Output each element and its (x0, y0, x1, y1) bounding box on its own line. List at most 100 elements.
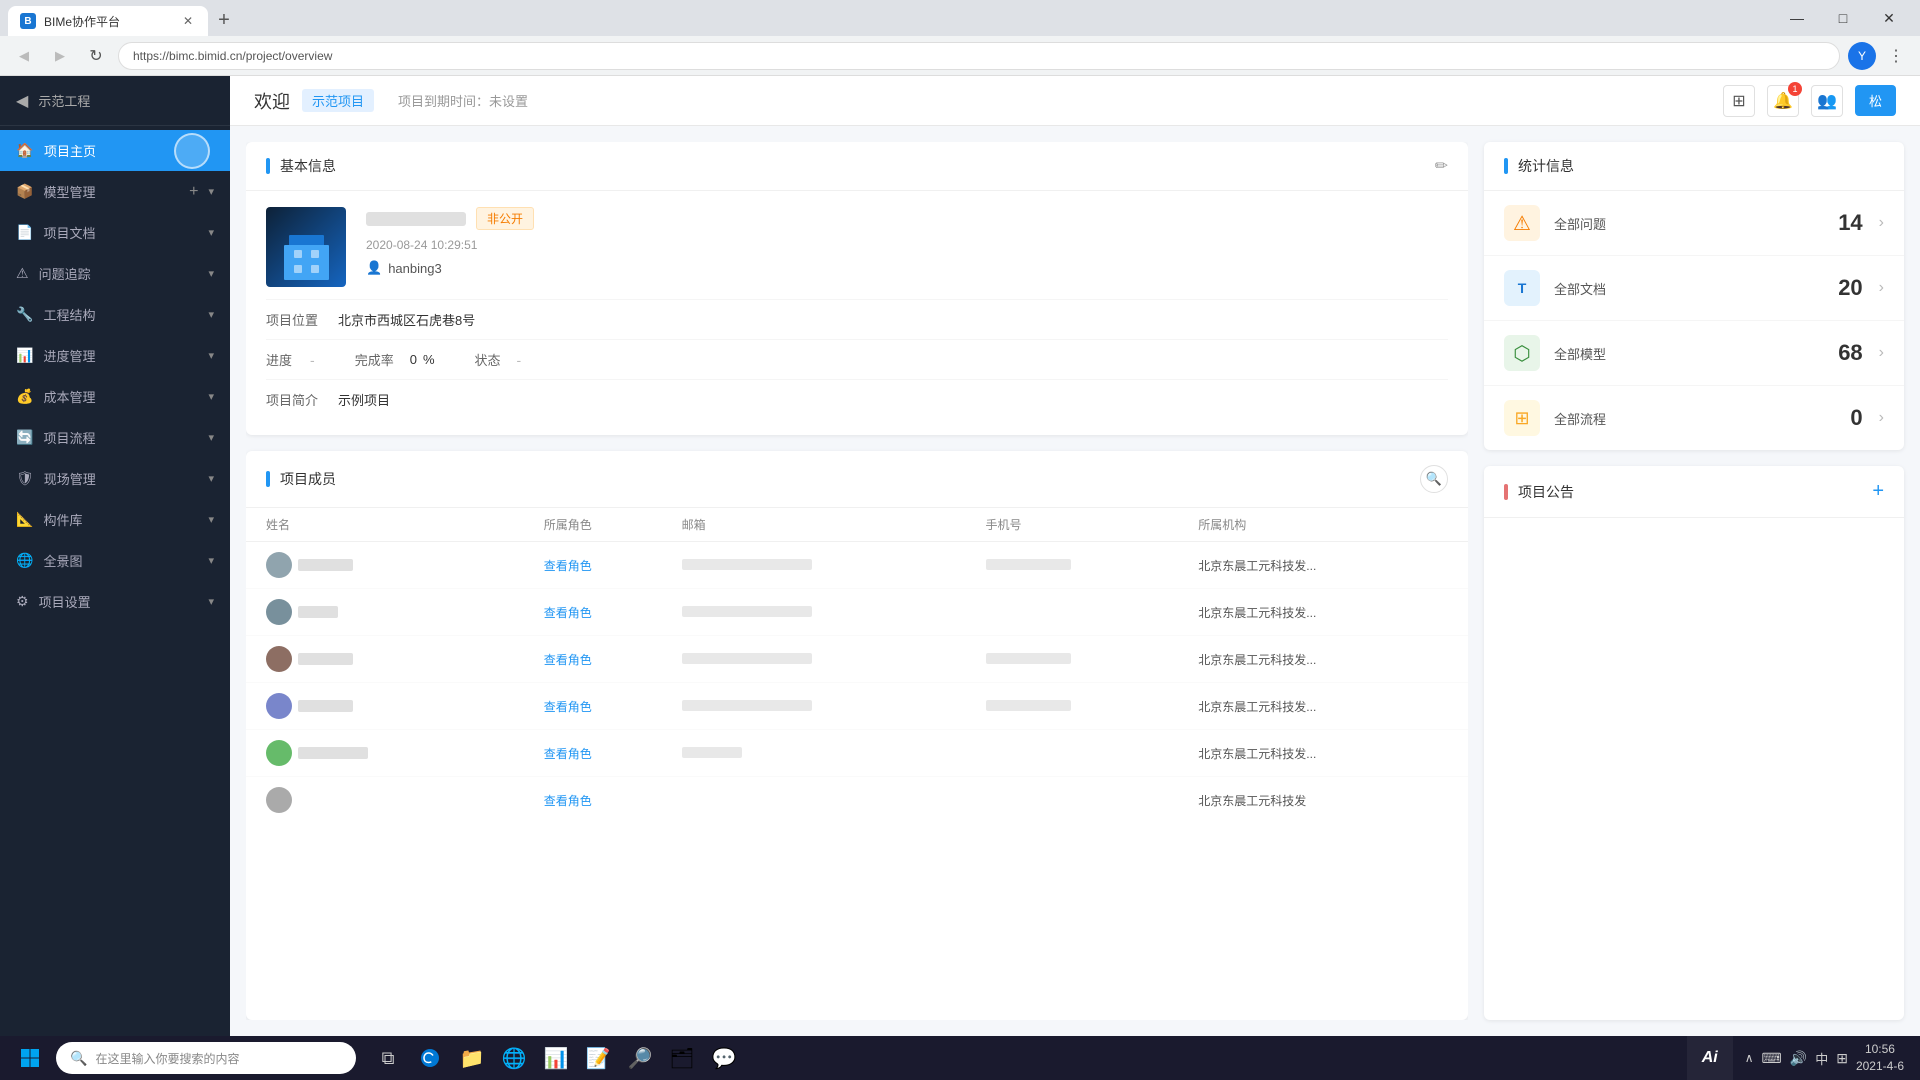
role-link[interactable]: 查看角色 (544, 747, 592, 761)
issues-chevron-icon: ▾ (208, 267, 214, 280)
tab-close-icon[interactable]: ✕ (180, 13, 196, 29)
field-label: 现场管理 (44, 469, 199, 488)
cell-org: 北京东晨工元科技发 (1188, 777, 1468, 824)
member-avatar (266, 740, 292, 766)
members-body: 姓名 所属角色 邮箱 手机号 所属机构 (246, 508, 1468, 823)
menu-button[interactable]: ⋮ (1882, 42, 1910, 70)
parts-icon: 📐 (16, 511, 33, 528)
col-email: 邮箱 (672, 508, 976, 542)
taskbar-app-word[interactable]: 📝 (578, 1038, 618, 1078)
edit-icon[interactable]: ✏ (1435, 156, 1448, 176)
sidebar-item-panorama[interactable]: 🌐 全景图 ▾ (0, 540, 230, 581)
role-link[interactable]: 查看角色 (544, 700, 592, 714)
table-row: 查看角色 北京东晨工元科技发 (246, 777, 1468, 824)
model-add-icon[interactable]: + (189, 183, 198, 201)
sidebar-item-model[interactable]: 📦 模型管理 + ▾ (0, 171, 230, 212)
active-tab[interactable]: B BIMe协作平台 ✕ (8, 6, 208, 36)
cell-role[interactable]: 查看角色 (534, 730, 672, 777)
cell-phone (976, 683, 1189, 730)
sidebar-item-docs[interactable]: 📄 项目文档 ▾ (0, 212, 230, 253)
cell-role[interactable]: 查看角色 (534, 636, 672, 683)
stats-item-flows[interactable]: ⊞ 全部流程 0 › (1484, 386, 1904, 450)
role-link[interactable]: 查看角色 (544, 653, 592, 667)
taskbar-app-board[interactable]: 🗂 (662, 1038, 702, 1078)
taskbar-app-powerpoint[interactable]: 📊 (536, 1038, 576, 1078)
progress-dash: - (310, 352, 315, 368)
cell-org: 北京东晨工元科技发... (1188, 730, 1468, 777)
cell-role[interactable]: 查看角色 (534, 777, 672, 824)
sidebar-back-label: 示范工程 (38, 91, 90, 110)
taskbar-ai-button[interactable]: Ai (1687, 1036, 1733, 1080)
role-link[interactable]: 查看角色 (544, 559, 592, 573)
location-row: 项目位置 北京市西城区石虎巷8号 (266, 299, 1448, 339)
minimize-button[interactable]: — (1774, 0, 1820, 36)
sidebar-item-parts[interactable]: 📐 构件库 ▾ (0, 499, 230, 540)
field-icon: 🛡 (16, 470, 34, 487)
volume-icon[interactable]: 🔊 (1790, 1050, 1807, 1067)
taskbar-app-search[interactable]: 🔎 (620, 1038, 660, 1078)
top-header: 欢迎 示范项目 项目到期时间：未设置 ⊞ 🔔 1 👥 松 (230, 76, 1920, 126)
sidebar-item-home[interactable]: 🏠 项目主页 (0, 130, 230, 171)
taskbar-clock[interactable]: 10:56 2021-4-6 (1856, 1041, 1904, 1075)
logout-button[interactable]: 松 (1855, 85, 1896, 116)
address-input[interactable]: https://bimc.bimid.cn/project/overview (118, 42, 1840, 70)
chinese-input-icon[interactable]: 中 (1815, 1049, 1828, 1068)
member-name-blur (298, 653, 353, 665)
close-window-button[interactable]: ✕ (1866, 0, 1912, 36)
cell-email (672, 730, 976, 777)
completion-pct: % (423, 352, 435, 367)
cell-role[interactable]: 查看角色 (534, 589, 672, 636)
stats-item-models[interactable]: ⬡ 全部模型 68 › (1484, 321, 1904, 386)
forward-button[interactable]: ▶ (46, 42, 74, 70)
taskbar-app-explorer[interactable]: 📁 (452, 1038, 492, 1078)
members-search-button[interactable]: 🔍 (1420, 465, 1448, 493)
role-link[interactable]: 查看角色 (544, 606, 592, 620)
stats-item-issues[interactable]: ⚠ 全部问题 14 › (1484, 191, 1904, 256)
role-link[interactable]: 查看角色 (544, 794, 592, 808)
sidebar-item-workflow[interactable]: 🔄 项目流程 ▾ (0, 417, 230, 458)
chevron-up-icon[interactable]: ∧ (1745, 1051, 1754, 1065)
members-button[interactable]: 👥 (1811, 85, 1843, 117)
announcement-add-button[interactable]: + (1872, 480, 1884, 503)
start-button[interactable] (8, 1038, 52, 1078)
taskbar-search[interactable]: 🔍 在这里输入你要搜索的内容 (56, 1042, 356, 1074)
sidebar-item-issues[interactable]: ⚠ 问题追踪 ▾ (0, 253, 230, 294)
taskbar-app-taskview[interactable]: ⧉ (368, 1038, 408, 1078)
stats-item-docs[interactable]: T 全部文档 20 › (1484, 256, 1904, 321)
project-header-row: 非公开 2020-08-24 10:29:51 👤 hanbing3 (266, 207, 1448, 287)
grid-icon[interactable]: ⊞ (1836, 1050, 1848, 1067)
sidebar-item-settings[interactable]: ⚙ 项目设置 ▾ (0, 581, 230, 622)
members-title-bar-accent (266, 471, 270, 487)
sidebar-item-structure[interactable]: 🔧 工程结构 ▾ (0, 294, 230, 335)
stats-card: 统计信息 ⚠ 全部问题 14 › T 全部文档 20 › (1484, 142, 1904, 450)
stats-arrow-flows: › (1879, 409, 1884, 427)
sidebar-item-cost[interactable]: 💰 成本管理 ▾ (0, 376, 230, 417)
refresh-button[interactable]: ↻ (82, 42, 110, 70)
back-button[interactable]: ◀ (10, 42, 38, 70)
member-name-blur (298, 747, 368, 759)
ai-label: Ai (1702, 1049, 1718, 1067)
grid-view-button[interactable]: ⊞ (1723, 85, 1755, 117)
taskbar-app-edge[interactable] (410, 1038, 450, 1078)
cell-role[interactable]: 查看角色 (534, 683, 672, 730)
table-row: 查看角色 北京东晨工元科技发... (246, 542, 1468, 589)
progress-chevron-icon: ▾ (208, 349, 214, 362)
table-row: 查看角色 北京东晨工元科技发... (246, 730, 1468, 777)
notification-button[interactable]: 🔔 1 (1767, 85, 1799, 117)
panorama-label: 全景图 (43, 551, 198, 570)
taskbar-app-chrome[interactable]: 🌐 (494, 1038, 534, 1078)
desc-row: 项目简介 示例项目 (266, 379, 1448, 419)
member-name-blur (298, 700, 353, 712)
cell-phone (976, 636, 1189, 683)
maximize-button[interactable]: □ (1820, 0, 1866, 36)
sidebar-nav: 🏠 项目主页 📦 模型管理 + ▾ 📄 项目文档 ▾ ⚠ 问题追踪 ▾ (0, 126, 230, 1036)
sidebar-back-icon[interactable]: ◀ (16, 91, 28, 111)
extension-icon-1[interactable]: Y (1848, 42, 1876, 70)
cell-name (246, 730, 534, 777)
new-tab-button[interactable]: + (210, 6, 238, 34)
keyboard-icon[interactable]: ⌨ (1762, 1050, 1782, 1067)
sidebar-item-field[interactable]: 🛡 现场管理 ▾ (0, 458, 230, 499)
cell-role[interactable]: 查看角色 (534, 542, 672, 589)
sidebar-item-progress[interactable]: 📊 进度管理 ▾ (0, 335, 230, 376)
taskbar-app-chat[interactable]: 💬 (704, 1038, 744, 1078)
